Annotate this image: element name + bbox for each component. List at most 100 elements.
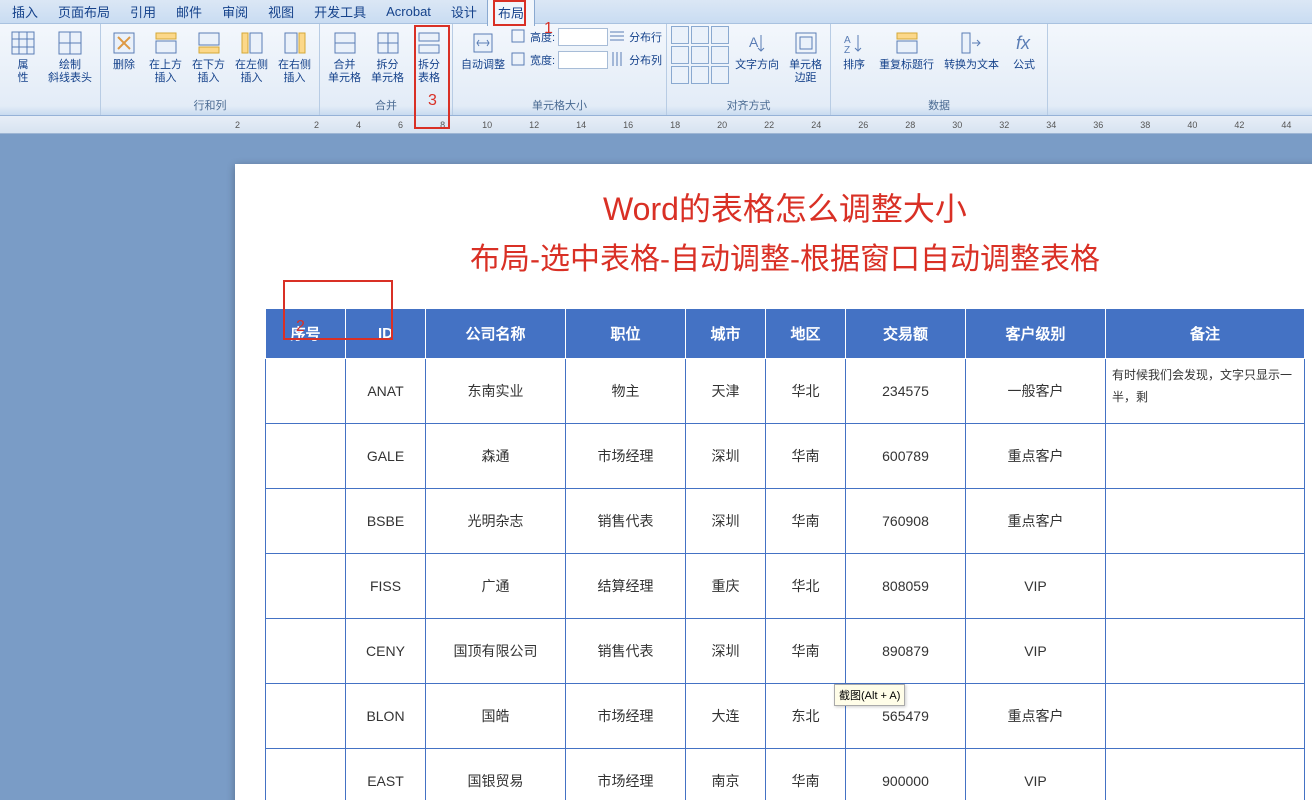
properties-button[interactable]: 属 性 <box>4 26 42 87</box>
col-header-1[interactable]: ID <box>346 309 426 359</box>
col-header-7[interactable]: 客户级别 <box>966 309 1106 359</box>
tab-review[interactable]: 审阅 <box>212 0 258 25</box>
cell[interactable]: 销售代表 <box>566 489 686 554</box>
cell[interactable]: BLON <box>346 684 426 749</box>
cell[interactable]: 重点客户 <box>966 489 1106 554</box>
tab-developer[interactable]: 开发工具 <box>304 0 376 25</box>
tab-mailings[interactable]: 邮件 <box>166 0 212 25</box>
width-input[interactable] <box>558 51 608 69</box>
cell[interactable]: 890879 <box>846 619 966 684</box>
cell[interactable]: 有时候我们会发现，文字只显示一半，剩 <box>1106 359 1305 424</box>
tab-references[interactable]: 引用 <box>120 0 166 25</box>
cell[interactable] <box>266 684 346 749</box>
col-header-8[interactable]: 备注 <box>1106 309 1305 359</box>
table-row[interactable]: BSBE光明杂志销售代表深圳华南760908重点客户 <box>266 489 1305 554</box>
cell[interactable]: EAST <box>346 749 426 800</box>
insert-left-button[interactable]: 在左侧 插入 <box>231 26 272 87</box>
cell[interactable]: 深圳 <box>686 489 766 554</box>
cell[interactable] <box>266 749 346 800</box>
tab-insert[interactable]: 插入 <box>2 0 48 25</box>
cell[interactable] <box>266 359 346 424</box>
cell[interactable]: 华南 <box>766 749 846 800</box>
col-header-6[interactable]: 交易额 <box>846 309 966 359</box>
cell[interactable] <box>1106 489 1305 554</box>
cell[interactable]: 一般客户 <box>966 359 1106 424</box>
cell[interactable]: 南京 <box>686 749 766 800</box>
sort-button[interactable]: AZ排序 <box>835 26 873 74</box>
table-row[interactable]: BLON国皓市场经理大连东北565479重点客户 <box>266 684 1305 749</box>
tab-layout[interactable]: 布局 <box>487 0 535 26</box>
align-bc[interactable] <box>691 66 709 84</box>
cell[interactable]: GALE <box>346 424 426 489</box>
draw-diagonal-button[interactable]: 绘制 斜线表头 <box>44 26 96 87</box>
cell[interactable]: FISS <box>346 554 426 619</box>
cell[interactable]: 天津 <box>686 359 766 424</box>
cell[interactable]: 重点客户 <box>966 684 1106 749</box>
table-row[interactable]: EAST国银贸易市场经理南京华南900000VIP <box>266 749 1305 800</box>
align-br[interactable] <box>711 66 729 84</box>
cell[interactable] <box>1106 554 1305 619</box>
repeat-header-button[interactable]: 重复标题行 <box>875 26 938 74</box>
cell[interactable]: 市场经理 <box>566 749 686 800</box>
merge-cells-button[interactable]: 合并 单元格 <box>324 26 365 87</box>
cell[interactable]: 华南 <box>766 489 846 554</box>
cell[interactable]: 重庆 <box>686 554 766 619</box>
col-header-0[interactable]: 序号 <box>266 309 346 359</box>
insert-above-button[interactable]: 在上方 插入 <box>145 26 186 87</box>
cell[interactable]: 国皓 <box>426 684 566 749</box>
align-ml[interactable] <box>671 46 689 64</box>
cell[interactable]: CENY <box>346 619 426 684</box>
tab-page-layout[interactable]: 页面布局 <box>48 0 120 25</box>
cell[interactable]: 市场经理 <box>566 424 686 489</box>
cell[interactable] <box>266 489 346 554</box>
cell[interactable]: 深圳 <box>686 619 766 684</box>
tab-view[interactable]: 视图 <box>258 0 304 25</box>
cell[interactable]: BSBE <box>346 489 426 554</box>
text-direction-button[interactable]: A文字方向 <box>731 26 783 74</box>
cell[interactable]: 深圳 <box>686 424 766 489</box>
cell[interactable]: 华南 <box>766 619 846 684</box>
distribute-cols-button[interactable]: 分布列 <box>610 49 662 71</box>
insert-right-button[interactable]: 在右侧 插入 <box>274 26 315 87</box>
cell[interactable]: 物主 <box>566 359 686 424</box>
cell[interactable] <box>1106 619 1305 684</box>
horizontal-ruler[interactable]: 2246810121416182022242628303234363840424… <box>0 116 1312 134</box>
data-table[interactable]: 序号ID公司名称职位城市地区交易额客户级别备注 ANAT东南实业物主天津华北23… <box>265 308 1305 800</box>
cell[interactable]: 600789 <box>846 424 966 489</box>
insert-below-button[interactable]: 在下方 插入 <box>188 26 229 87</box>
cell[interactable] <box>266 554 346 619</box>
cell[interactable]: VIP <box>966 554 1106 619</box>
align-tc[interactable] <box>691 26 709 44</box>
split-cells-button[interactable]: 拆分 单元格 <box>367 26 408 87</box>
delete-button[interactable]: 删除 <box>105 26 143 74</box>
cell[interactable]: 大连 <box>686 684 766 749</box>
align-tl[interactable] <box>671 26 689 44</box>
split-table-button[interactable]: 拆分 表格 <box>410 26 448 87</box>
col-header-5[interactable]: 地区 <box>766 309 846 359</box>
cell-margins-button[interactable]: 单元格 边距 <box>785 26 826 87</box>
cell[interactable]: 900000 <box>846 749 966 800</box>
align-bl[interactable] <box>671 66 689 84</box>
cell[interactable]: 国顶有限公司 <box>426 619 566 684</box>
cell[interactable]: 华北 <box>766 554 846 619</box>
distribute-rows-button[interactable]: 分布行 <box>610 26 662 48</box>
align-mc[interactable] <box>691 46 709 64</box>
cell[interactable]: VIP <box>966 619 1106 684</box>
cell[interactable]: 234575 <box>846 359 966 424</box>
col-header-3[interactable]: 职位 <box>566 309 686 359</box>
cell[interactable]: 东南实业 <box>426 359 566 424</box>
align-mr[interactable] <box>711 46 729 64</box>
cell[interactable]: ANAT <box>346 359 426 424</box>
cell[interactable] <box>1106 749 1305 800</box>
table-row[interactable]: FISS广通结算经理重庆华北808059VIP <box>266 554 1305 619</box>
convert-text-button[interactable]: 转换为文本 <box>940 26 1003 74</box>
cell[interactable] <box>1106 424 1305 489</box>
cell[interactable]: 华北 <box>766 359 846 424</box>
cell[interactable]: 光明杂志 <box>426 489 566 554</box>
cell[interactable]: 808059 <box>846 554 966 619</box>
cell[interactable]: 销售代表 <box>566 619 686 684</box>
cell[interactable]: 结算经理 <box>566 554 686 619</box>
height-input[interactable] <box>558 28 608 46</box>
align-tr[interactable] <box>711 26 729 44</box>
cell[interactable]: 华南 <box>766 424 846 489</box>
